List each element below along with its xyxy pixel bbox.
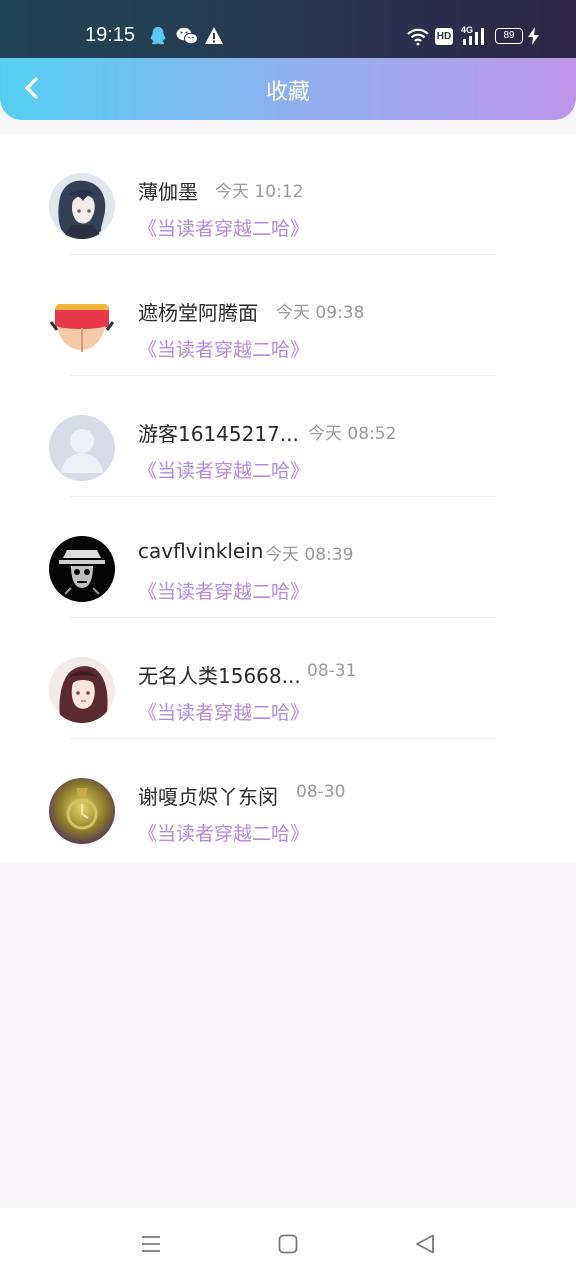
timestamp: 08-31 xyxy=(307,661,357,681)
user-name: cavflvinklein xyxy=(138,539,264,563)
avatar[interactable] xyxy=(49,173,115,239)
avatar[interactable] xyxy=(49,415,115,481)
user-name: 谢嗄贞烬丫东闵 xyxy=(138,785,278,809)
avatar[interactable] xyxy=(49,294,115,360)
list-item[interactable]: 遮杨堂阿腾面 今天 09:38 《当读者穿越二哈》 xyxy=(0,255,576,376)
battery-level: 89 xyxy=(503,30,515,41)
list-item[interactable]: 谢嗄贞烬丫东闵 08-30 《当读者穿越二哈》 xyxy=(0,739,576,860)
book-title[interactable]: 《当读者穿越二哈》 xyxy=(138,577,309,604)
signal-4g-icon: 4G xyxy=(460,25,488,47)
wechat-icon xyxy=(176,27,198,45)
favorites-list: 薄伽墨 今天 10:12 《当读者穿越二哈》 遮杨堂阿腾面 今天 09:38 《… xyxy=(0,134,576,862)
list-item[interactable]: 游客16145217... 今天 08:52 《当读者穿越二哈》 xyxy=(0,376,576,497)
timestamp: 今天 09:38 xyxy=(276,303,365,323)
timestamp: 今天 08:52 xyxy=(308,424,397,444)
battery-icon: 89 xyxy=(495,28,523,44)
user-name: 无名人类15668... xyxy=(138,664,301,688)
avatar[interactable] xyxy=(49,536,115,602)
book-title[interactable]: 《当读者穿越二哈》 xyxy=(138,335,309,362)
timestamp: 今天 08:39 xyxy=(265,545,354,565)
avatar[interactable] xyxy=(49,778,115,844)
user-name: 游客16145217... xyxy=(138,422,299,446)
list-item[interactable]: cavflvinklein 今天 08:39 《当读者穿越二哈》 xyxy=(0,497,576,618)
warning-icon xyxy=(205,27,223,44)
book-title[interactable]: 《当读者穿越二哈》 xyxy=(138,819,309,846)
timestamp: 今天 10:12 xyxy=(215,182,304,202)
home-icon[interactable] xyxy=(276,1232,300,1256)
system-nav-bar xyxy=(0,1208,576,1280)
book-title[interactable]: 《当读者穿越二哈》 xyxy=(138,698,309,725)
timestamp: 08-30 xyxy=(296,782,346,802)
qq-icon xyxy=(150,27,166,45)
list-item[interactable]: 无名人类15668... 08-31 《当读者穿越二哈》 xyxy=(0,618,576,739)
page-title: 收藏 xyxy=(265,80,310,105)
charging-icon xyxy=(528,27,539,45)
avatar[interactable] xyxy=(49,657,115,723)
status-time: 19:15 xyxy=(85,24,136,46)
app-header: 收藏 xyxy=(0,58,576,120)
menu-icon[interactable] xyxy=(139,1232,163,1256)
user-name: 遮杨堂阿腾面 xyxy=(138,301,258,325)
back-triangle-icon[interactable] xyxy=(413,1232,437,1256)
user-name: 薄伽墨 xyxy=(138,180,198,204)
hd-icon: HD xyxy=(435,28,453,45)
book-title[interactable]: 《当读者穿越二哈》 xyxy=(138,456,309,483)
wifi-icon xyxy=(407,28,429,46)
book-title[interactable]: 《当读者穿越二哈》 xyxy=(138,214,309,241)
list-item[interactable]: 薄伽墨 今天 10:12 《当读者穿越二哈》 xyxy=(0,134,576,255)
